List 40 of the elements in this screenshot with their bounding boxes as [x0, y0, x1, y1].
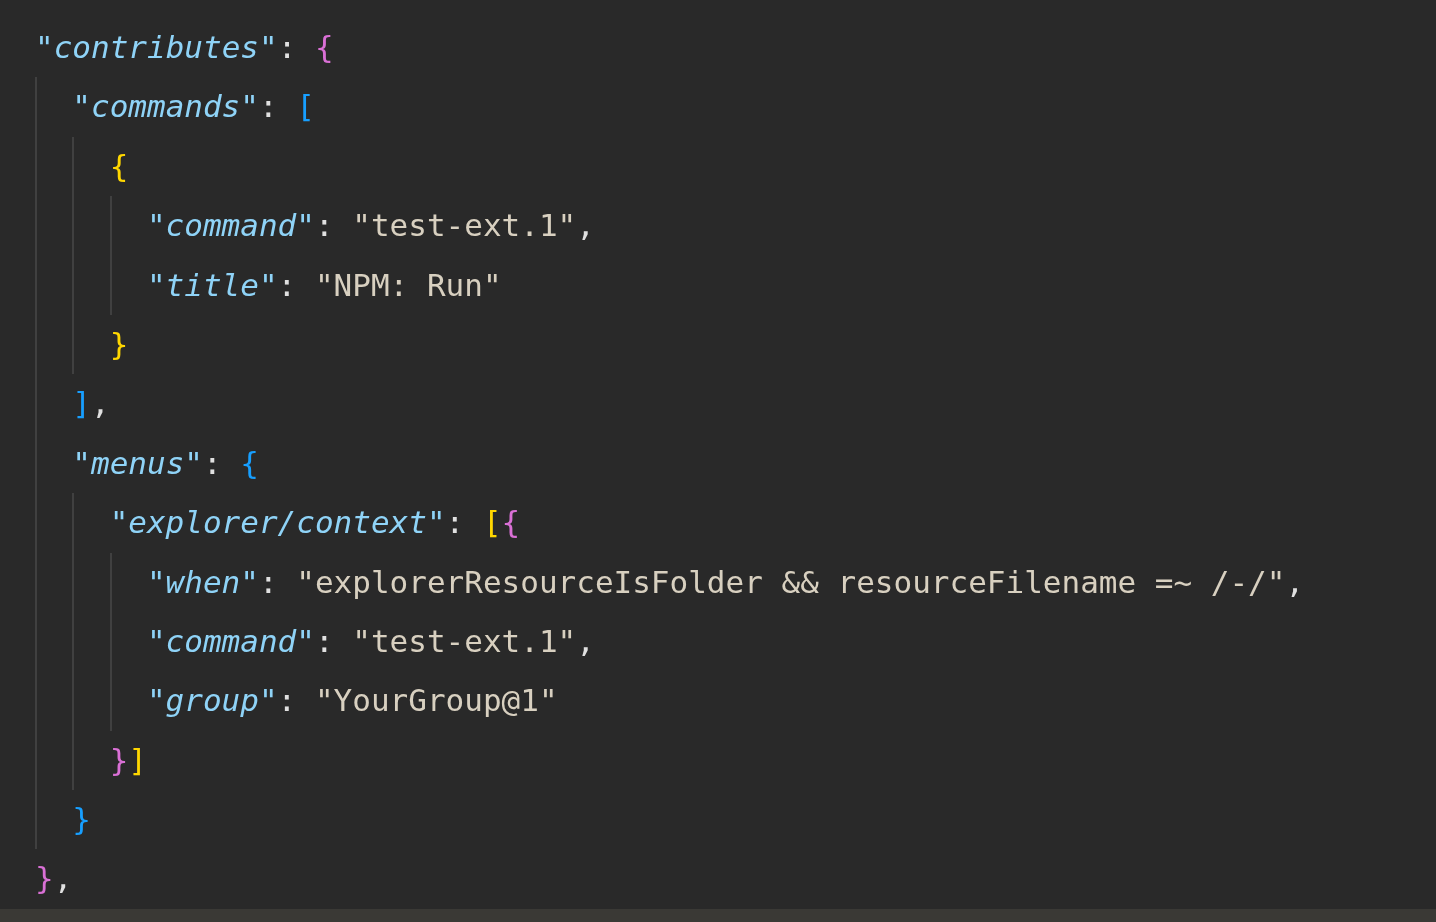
punctuation: ,: [1285, 563, 1305, 600]
punctuation: :: [314, 207, 334, 244]
bracket: ]: [72, 385, 91, 422]
string-value: "YourGroup@1": [314, 682, 558, 719]
json-key: "command": [146, 207, 315, 244]
punctuation: :: [258, 88, 278, 125]
string-value: "test-ext.1": [352, 207, 577, 244]
bracket: }: [109, 741, 129, 778]
json-key: "group": [146, 682, 278, 719]
punctuation: ,: [576, 622, 595, 659]
bracket: }: [72, 801, 91, 838]
punctuation: :: [277, 266, 297, 303]
json-key: "title": [146, 266, 278, 303]
json-key: "contributes": [35, 29, 278, 65]
bracket: [: [482, 504, 502, 541]
bracket: {: [315, 29, 334, 65]
string-value: "NPM: Run": [314, 266, 502, 303]
punctuation: :: [445, 504, 465, 541]
bracket: ]: [128, 741, 147, 778]
json-key: "command": [146, 622, 315, 659]
bracket: {: [109, 147, 129, 184]
json-key: "commands": [72, 88, 259, 125]
json-key: "explorer/context": [109, 504, 446, 541]
punctuation: ,: [53, 860, 73, 897]
punctuation: :: [277, 29, 297, 65]
punctuation: ,: [91, 385, 110, 422]
string-value: "explorerResourceIsFolder && resourceFilename =~ /-/": [296, 563, 1286, 600]
punctuation: :: [258, 563, 278, 600]
bracket: }: [35, 860, 54, 897]
bracket: [: [296, 88, 315, 125]
punctuation: :: [314, 622, 334, 659]
json-key: "menus": [72, 444, 203, 481]
punctuation: :: [202, 444, 222, 481]
bracket: {: [240, 444, 259, 481]
punctuation: ,: [576, 207, 595, 244]
json-key: "when": [146, 563, 259, 600]
bracket: {: [501, 504, 521, 541]
punctuation: :: [277, 682, 297, 719]
string-value: "test-ext.1": [352, 622, 577, 659]
bracket: }: [109, 325, 129, 362]
